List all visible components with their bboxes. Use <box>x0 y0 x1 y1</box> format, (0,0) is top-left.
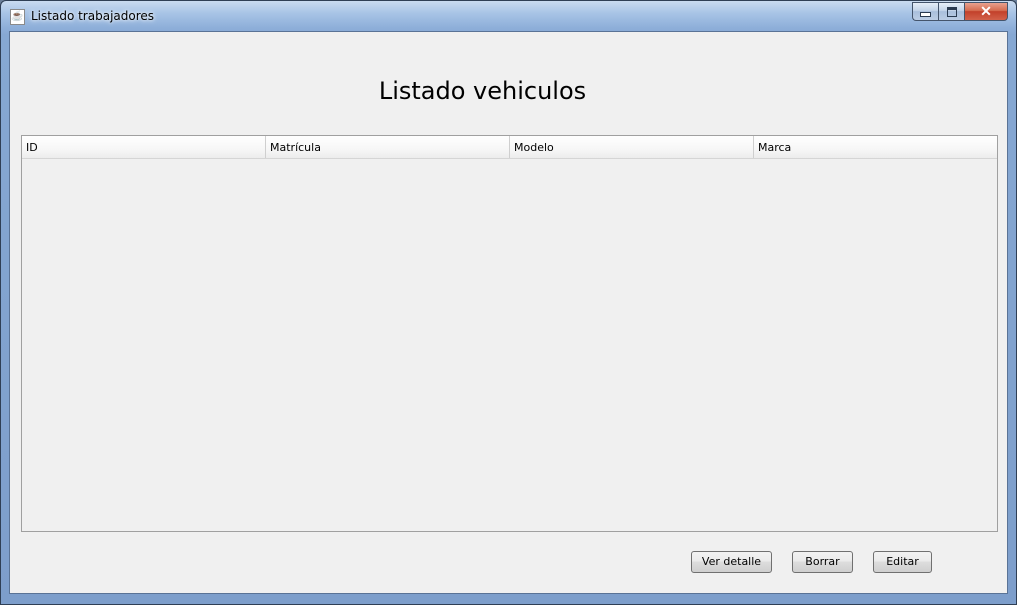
window-title: Listado trabajadores <box>31 9 155 23</box>
page-title: Listado vehiculos <box>378 77 587 105</box>
app-window: ☕ Listado trabajadores ✕ Listado vehicul… <box>0 0 1017 605</box>
column-header-id[interactable]: ID <box>22 136 266 158</box>
maximize-button[interactable] <box>938 2 964 21</box>
content-panel: Listado vehiculos ID Matrícula Modelo Ma… <box>9 31 1008 594</box>
vehicles-table[interactable]: ID Matrícula Modelo Marca <box>21 135 998 532</box>
table-header: ID Matrícula Modelo Marca <box>22 136 997 159</box>
minimize-button[interactable] <box>912 2 938 21</box>
column-header-modelo[interactable]: Modelo <box>510 136 754 158</box>
close-icon: ✕ <box>980 3 992 19</box>
close-button[interactable]: ✕ <box>964 2 1008 21</box>
minimize-icon <box>920 12 931 17</box>
java-cup-icon[interactable]: ☕ <box>10 9 25 25</box>
view-detail-button[interactable]: Ver detalle <box>691 551 772 573</box>
maximize-icon <box>946 6 957 17</box>
column-header-matricula[interactable]: Matrícula <box>266 136 510 158</box>
title-bar[interactable]: ☕ Listado trabajadores ✕ <box>1 1 1016 31</box>
window-controls: ✕ <box>912 2 1008 22</box>
edit-button[interactable]: Editar <box>873 551 932 573</box>
column-header-marca[interactable]: Marca <box>754 136 997 158</box>
delete-button[interactable]: Borrar <box>792 551 853 573</box>
